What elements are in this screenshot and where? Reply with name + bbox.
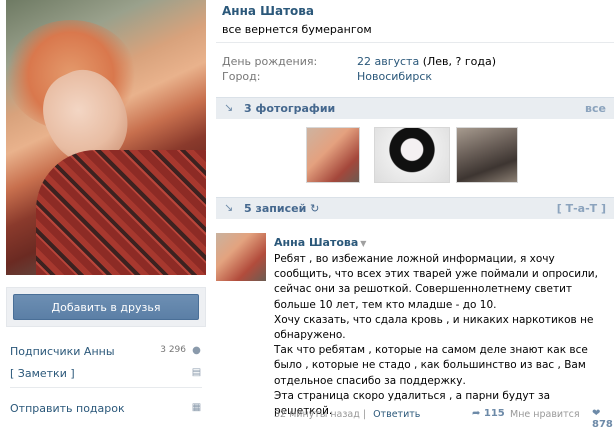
followers-link[interactable]: Подписчики Анны 3 296 ● [10,345,202,358]
share-count: 115 [483,408,505,419]
users-icon: ● [192,345,201,356]
profile-status[interactable]: все вернется бумерангом [222,23,372,36]
photo-thumb-3[interactable] [456,127,518,183]
add-friend-button[interactable]: Добавить в друзья [13,294,199,320]
post-paragraph: Так что ребятам , которые на самом деле … [274,344,588,387]
photo-thumb-2[interactable] [374,127,450,183]
post-paragraph: Ребят , во избежание ложной информации, … [274,253,598,311]
separator-icon: | [362,409,367,420]
arrow-down-icon: ↘ [224,101,234,114]
notes-link[interactable]: [ Заметки ] ▤ [10,367,202,380]
photos-title[interactable]: 3 фотографии [244,102,335,115]
gift-icon: ▦ [191,402,202,413]
post-author[interactable]: Анна Шатова ▼ [274,236,366,249]
photo-thumb-1[interactable] [306,127,360,183]
post-author-avatar[interactable] [216,233,266,281]
post-paragraph: Хочу сказать, что сдала кровь , и никаки… [274,313,594,342]
birthday-date-link[interactable]: 22 августа [357,55,419,68]
reply-link[interactable]: Ответить [373,409,420,420]
birthday-extra: (Лев, ? года) [419,55,496,68]
notes-label[interactable]: [ Заметки ] [10,367,75,380]
profile-name: Анна Шатова [222,4,314,18]
city-label: Город: [222,70,261,83]
profile-photo[interactable] [6,0,206,275]
post-time[interactable]: 32 минуты назад [274,409,360,420]
arrow-down-icon: ↘ [224,201,234,214]
gift-link[interactable]: Отправить подарок ▦ [10,387,202,415]
avatar-shirt [36,150,206,275]
like-count: 878 [592,419,613,430]
share-icon: ➦ [472,408,481,419]
notes-icon: ▤ [191,367,202,378]
followers-label[interactable]: Подписчики Анны [10,345,115,358]
refresh-icon[interactable]: ↻ [310,202,319,215]
city-link[interactable]: Новосибирск [357,70,432,83]
share-button[interactable]: ➦ 115 [472,408,505,419]
wall-header[interactable]: ↘ 5 записей ↻ [ Т-а-Т ] [216,197,614,219]
gift-label[interactable]: Отправить подарок [10,402,125,415]
heart-icon: ❤ [592,408,601,419]
followers-count: 3 296 [160,345,186,355]
wall-title[interactable]: 5 записей ↻ [244,202,319,215]
wall-tag[interactable]: [ Т-а-Т ] [557,202,606,215]
birthday-label: День рождения: [222,55,318,68]
birthday-value: 22 августа (Лев, ? года) [357,55,496,68]
photos-header[interactable]: ↘ 3 фотографии все [216,97,614,119]
post-footer: 32 минуты назад | Ответить ➦ 115 Мне нра… [274,408,614,430]
caret-down-icon[interactable]: ▼ [360,239,366,248]
wall-count-label[interactable]: 5 записей [244,202,306,215]
divider [216,42,614,43]
photos-all-link[interactable]: все [585,102,606,115]
post-author-name[interactable]: Анна Шатова [274,236,358,249]
post-text: Ребят , во избежание ложной информации, … [274,252,610,419]
add-friend-button-wrapper: Добавить в друзья [6,287,206,327]
left-column: Добавить в друзья [6,0,206,327]
like-label[interactable]: Мне нравится [510,409,580,420]
